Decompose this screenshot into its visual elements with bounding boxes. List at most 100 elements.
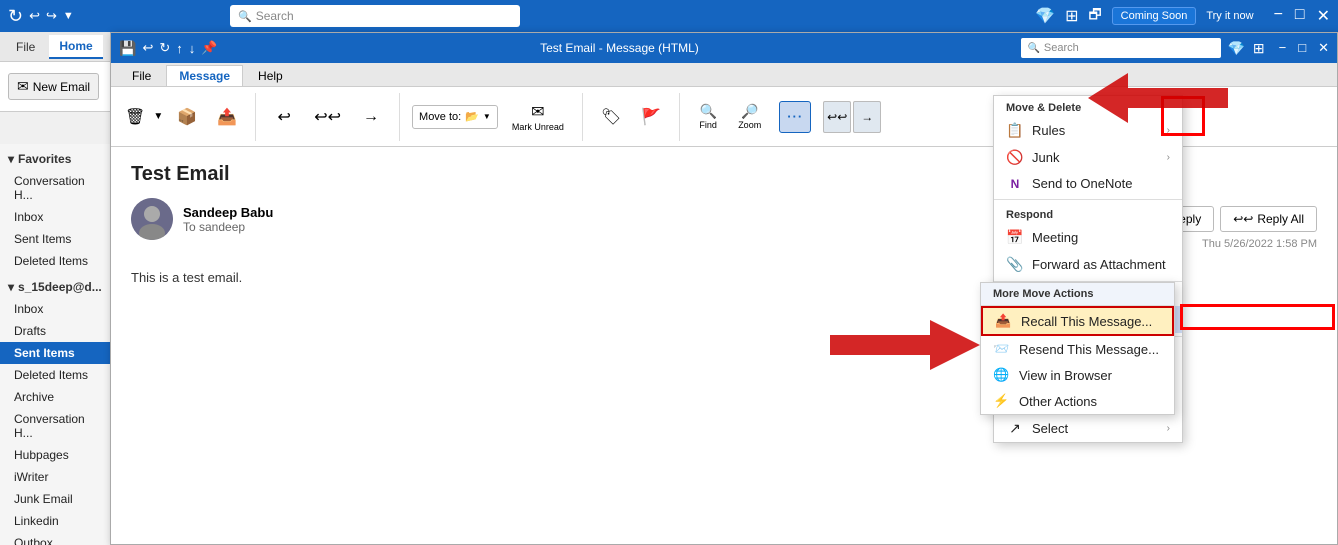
sidebar-item-drafts[interactable]: Drafts xyxy=(0,320,111,342)
msg-down-icon[interactable]: ↓ xyxy=(189,41,196,56)
archive-icon: 📦 xyxy=(177,107,197,127)
msg-minimize[interactable]: − xyxy=(1279,40,1287,56)
delete-arrow[interactable]: ▼ xyxy=(153,111,163,122)
sidebar-item-inbox[interactable]: Inbox xyxy=(0,298,111,320)
sidebar-item-archive[interactable]: Archive xyxy=(0,386,111,408)
rules-label: Rules xyxy=(1032,123,1065,138)
win-restore[interactable]: □ xyxy=(1295,6,1305,26)
sender-info: Sandeep Babu To sandeep xyxy=(183,205,273,234)
msg-save-icon[interactable]: 💾 xyxy=(119,40,136,57)
sidebar-item-conv-h[interactable]: Conversation H... xyxy=(0,170,111,206)
win-controls: − □ ✕ xyxy=(1274,6,1330,26)
msg-window-icons: 💎 ⊞ xyxy=(1227,40,1264,57)
sidebar-item-sent[interactable]: Sent Items xyxy=(0,342,111,364)
sep-1 xyxy=(994,199,1182,200)
tab-help[interactable]: Help xyxy=(245,65,296,86)
sidebar-item-inbox-fav[interactable]: Inbox xyxy=(0,206,111,228)
outer-tab-home[interactable]: Home xyxy=(49,35,102,59)
try-it-now-btn[interactable]: Try it now xyxy=(1206,10,1253,22)
sidebar-item-linkedin[interactable]: Linkedin xyxy=(0,510,111,532)
sidebar-item-outbox[interactable]: Outbox xyxy=(0,532,111,545)
msg-title: Test Email - Message (HTML) xyxy=(223,41,1015,55)
coming-soon-btn[interactable]: Coming Soon xyxy=(1112,7,1197,25)
junk-icon: 🚫 xyxy=(1006,149,1024,166)
sidebar-item-conv-h2[interactable]: Conversation H... xyxy=(0,408,111,444)
dropdown-item-onenote[interactable]: N Send to OneNote xyxy=(994,171,1182,196)
meeting-icon: 📅 xyxy=(1006,229,1024,246)
tab-message[interactable]: Message xyxy=(166,65,243,86)
sidebar-item-hubpages[interactable]: Hubpages xyxy=(0,444,111,466)
msg-up-icon[interactable]: ↑ xyxy=(176,41,183,56)
msg-restore[interactable]: □ xyxy=(1298,40,1306,56)
msg-win-controls: − □ ✕ xyxy=(1279,40,1329,56)
move-to-icon: 📂 xyxy=(465,110,479,123)
dropdown-item-rules[interactable]: 📋 Rules › xyxy=(994,117,1182,144)
titlebar-search-box[interactable]: 🔍 Search xyxy=(230,5,520,27)
redo-btn[interactable]: ↪ xyxy=(46,8,57,24)
select-icon: ↗ xyxy=(1006,420,1024,437)
new-email-button[interactable]: ✉ New Email xyxy=(8,73,99,100)
ribbon-sep-2 xyxy=(399,93,400,141)
account-section[interactable]: ▾ s_15deep@d... xyxy=(0,272,111,298)
submenu-item-other-actions[interactable]: ⚡ Other Actions xyxy=(981,388,1174,414)
forward-extra-btn[interactable]: → xyxy=(853,101,881,133)
submenu-item-view-browser[interactable]: 🌐 View in Browser xyxy=(981,362,1174,388)
zoom-btn[interactable]: 🔎 Zoom xyxy=(732,101,767,132)
flag-btn[interactable]: 🚩 xyxy=(635,105,667,129)
delete-btn[interactable]: 🗑 xyxy=(119,105,151,129)
diamond-icon: 💎 xyxy=(1035,6,1055,26)
reply-all-extra-icon: ↩↩ xyxy=(827,110,847,124)
mark-unread-btn[interactable]: ✉ Mark Unread xyxy=(506,100,570,134)
msg-close[interactable]: ✕ xyxy=(1318,40,1329,56)
msg-search-text: Search xyxy=(1044,42,1079,54)
other-actions-label: Other Actions xyxy=(1019,394,1097,409)
move-to-combo[interactable]: Move to: 📂 ▼ xyxy=(412,105,498,129)
find-btn[interactable]: 🔍 Find xyxy=(692,101,724,132)
win-minimize[interactable]: − xyxy=(1274,6,1283,26)
more-button[interactable]: ··· xyxy=(779,101,811,133)
msg-pin-icon[interactable]: 📌 xyxy=(201,40,217,56)
archive-btn[interactable]: 📦 xyxy=(171,105,203,129)
reply-all-button[interactable]: ↩↩ Reply All xyxy=(1220,206,1317,232)
reply-all-btn-label: Reply All xyxy=(1257,212,1304,226)
submenu-item-recall[interactable]: 📤 Recall This Message... xyxy=(981,306,1174,336)
tag-btn[interactable]: 🏷 xyxy=(595,105,627,129)
select-arrow: › xyxy=(1167,423,1170,434)
dropdown-item-select[interactable]: ↗ Select › xyxy=(994,415,1182,442)
msg-grid-icon: ⊞ xyxy=(1253,40,1265,57)
tab-file[interactable]: File xyxy=(119,65,164,86)
msg-search-box[interactable]: 🔍 Search xyxy=(1021,38,1221,58)
move-btn[interactable]: 📤 xyxy=(211,105,243,129)
dropdown-item-forward-attachment[interactable]: 📎 Forward as Attachment xyxy=(994,251,1182,278)
find-label: Find xyxy=(699,120,717,130)
win-close[interactable]: ✕ xyxy=(1317,6,1330,26)
down-btn[interactable]: ▼ xyxy=(63,10,74,22)
favorites-section[interactable]: ▾ Favorites xyxy=(0,144,111,170)
onenote-label: Send to OneNote xyxy=(1032,176,1132,191)
sidebar-item-sent-fav[interactable]: Sent Items xyxy=(0,228,111,250)
sender-to: To sandeep xyxy=(183,220,273,234)
recall-label: Recall This Message... xyxy=(1021,314,1152,329)
forward-attachment-label: Forward as Attachment xyxy=(1032,257,1166,272)
dropdown-section-move-delete: Move & Delete xyxy=(994,96,1182,117)
dropdown-item-meeting[interactable]: 📅 Meeting xyxy=(994,224,1182,251)
sidebar-item-deleted-fav[interactable]: Deleted Items xyxy=(0,250,111,272)
outlook-icon: ↻ xyxy=(8,6,23,27)
reply-btn-ribbon[interactable]: ↩ xyxy=(268,105,300,129)
reply-all-btn-ribbon[interactable]: ↩↩ xyxy=(308,105,347,129)
dropdown-item-junk[interactable]: 🚫 Junk › xyxy=(994,144,1182,171)
msg-redo-icon[interactable]: ↻ xyxy=(159,40,170,56)
extra-btn-1[interactable]: ↩↩ xyxy=(823,101,851,133)
sidebar-item-iwriter[interactable]: iWriter xyxy=(0,466,111,488)
other-actions-icon: ⚡ xyxy=(993,393,1011,409)
undo-btn[interactable]: ↩ xyxy=(29,8,40,24)
outer-titlebar: ↻ ↩ ↪ ▼ 🔍 Search 💎 ⊞ 🗗 Coming Soon Try i… xyxy=(0,0,1338,32)
sidebar-item-junk[interactable]: Junk Email xyxy=(0,488,111,510)
forward-btn-ribbon[interactable]: → xyxy=(355,106,387,128)
meeting-label: Meeting xyxy=(1032,230,1078,245)
msg-undo-icon[interactable]: ↩ xyxy=(142,40,153,56)
sidebar-item-deleted[interactable]: Deleted Items xyxy=(0,364,111,386)
outer-tab-file[interactable]: File xyxy=(6,36,45,58)
submenu-item-resend[interactable]: 📨 Resend This Message... xyxy=(981,336,1174,362)
restore-icon: 🗗 xyxy=(1089,4,1102,28)
